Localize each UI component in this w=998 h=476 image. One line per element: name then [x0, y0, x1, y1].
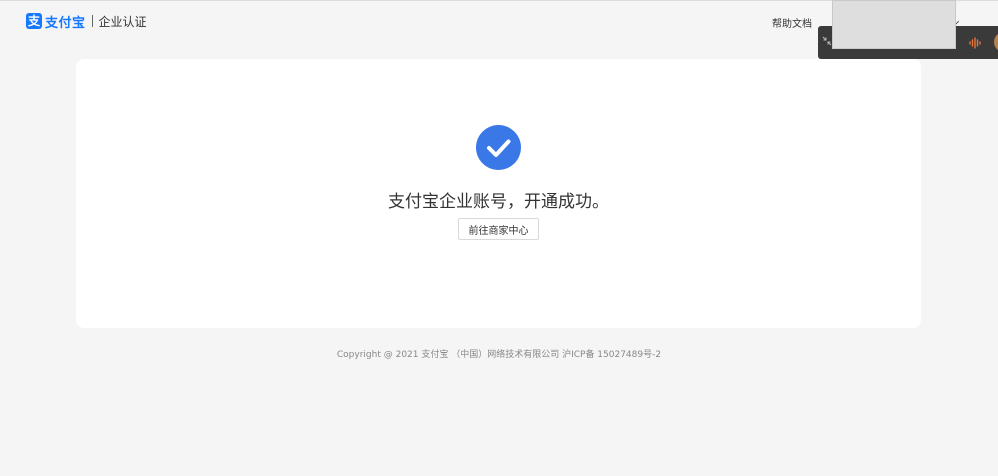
logo-text: 支付宝 [45, 15, 86, 31]
section-title: 企业认证 [98, 14, 147, 29]
footer-copyright: Copyright @ 2021 支付宝 （中国）网络技术有限公司 沪ICP备 … [336, 350, 662, 360]
logo-divider [91, 15, 93, 27]
success-title: 支付宝企业账号，开通成功。 [388, 192, 609, 212]
alipay-logo-icon: 支 [26, 13, 42, 29]
audio-wave-icon[interactable] [968, 36, 982, 50]
success-check-icon [476, 125, 521, 170]
alipay-logo[interactable]: 支 支付宝 企业认证 [26, 13, 147, 31]
help-docs-link[interactable]: 帮助文档 [772, 15, 812, 30]
avatar[interactable] [994, 32, 998, 52]
floating-panel [832, 0, 956, 49]
result-card: 支付宝企业账号，开通成功。 前往商家中心 [76, 59, 921, 328]
go-to-merchant-center-button[interactable]: 前往商家中心 [458, 218, 539, 240]
collapse-icon[interactable] [822, 36, 832, 46]
